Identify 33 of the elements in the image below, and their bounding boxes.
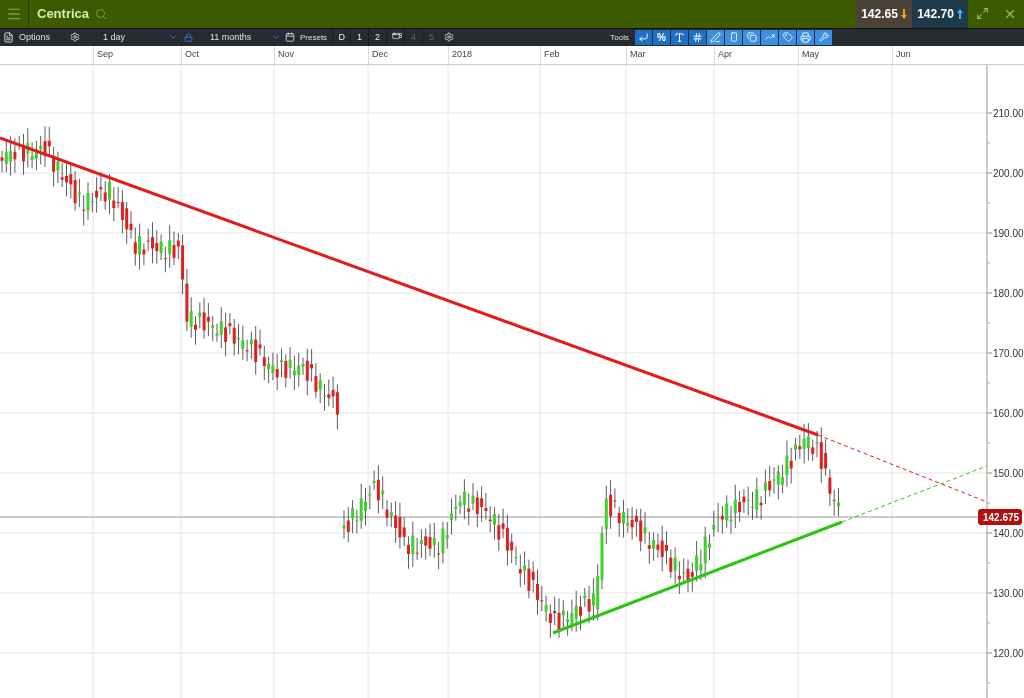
- price-label: 200.00: [993, 167, 1024, 179]
- price-label: 170.00: [993, 347, 1024, 359]
- month-label: Dec: [372, 48, 388, 59]
- preset-button[interactable]: 2: [368, 28, 387, 46]
- price-label: 190.00: [993, 227, 1024, 239]
- month-label: Sep: [97, 48, 113, 59]
- month-label: May: [802, 48, 819, 59]
- options-button[interactable]: Options: [14, 32, 70, 43]
- ask-price[interactable]: 142.70: [912, 0, 968, 28]
- preset-button[interactable]: D: [332, 28, 351, 46]
- price-label: 180.00: [993, 287, 1024, 299]
- bid-price[interactable]: 142.65: [856, 0, 912, 28]
- interval-dropdown[interactable]: 1 day: [98, 32, 168, 43]
- month-label: Jun: [896, 48, 911, 59]
- instrument-title: Centrica: [37, 6, 90, 22]
- month-label: Mar: [630, 48, 646, 59]
- range-dropdown[interactable]: 11 months: [205, 32, 271, 43]
- month-label: Apr: [718, 48, 732, 59]
- price-label: 210.00: [993, 107, 1024, 119]
- price-label: 150.00: [993, 467, 1024, 479]
- month-label: Feb: [544, 48, 560, 59]
- month-label: Nov: [278, 48, 294, 59]
- presets-label: Presets: [299, 32, 329, 42]
- preset-button[interactable]: 1: [350, 28, 369, 46]
- price-label: 140.00: [993, 527, 1024, 539]
- tools-label: Tools: [609, 32, 630, 42]
- month-label: Oct: [185, 48, 199, 59]
- price-label: 130.00: [993, 587, 1024, 599]
- last-price-tag: 142.675: [978, 508, 1022, 525]
- percent-button[interactable]: %: [653, 29, 670, 45]
- price-label: 160.00: [993, 407, 1024, 419]
- month-label: 2018: [452, 48, 473, 59]
- price-label: 120.00: [993, 647, 1024, 659]
